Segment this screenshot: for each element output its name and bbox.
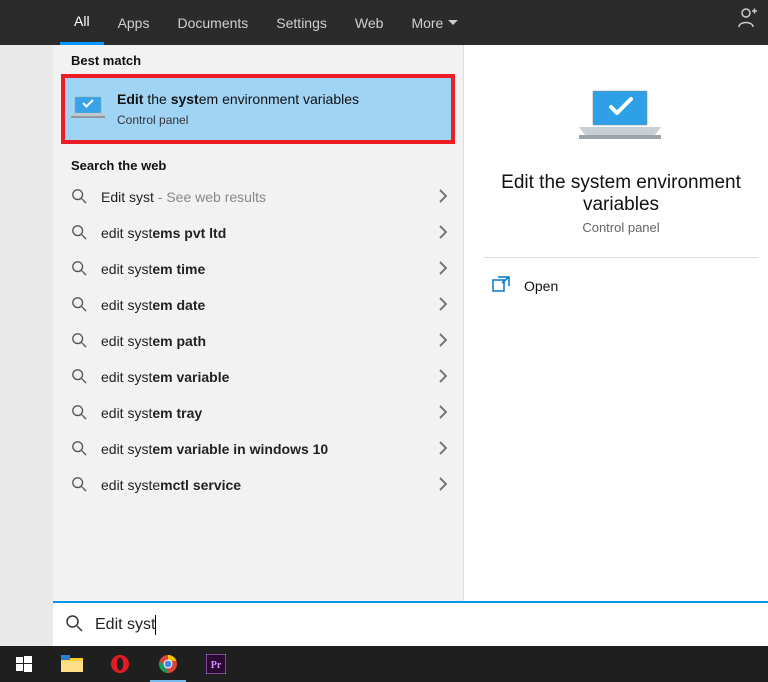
best-match-item[interactable]: Edit the system environment variables Co… bbox=[61, 74, 455, 144]
web-result[interactable]: edit system time bbox=[53, 251, 463, 287]
search-box[interactable]: Edit syst bbox=[53, 601, 768, 646]
svg-text:Pr: Pr bbox=[211, 660, 222, 671]
tab-all[interactable]: All bbox=[60, 0, 104, 45]
chevron-right-icon[interactable] bbox=[438, 405, 447, 422]
web-result[interactable]: edit systemctl service bbox=[53, 467, 463, 503]
chevron-right-icon[interactable] bbox=[438, 189, 447, 206]
search-icon bbox=[71, 260, 87, 279]
open-icon bbox=[492, 276, 510, 295]
best-match-header: Best match bbox=[53, 45, 463, 74]
tab-settings[interactable]: Settings bbox=[262, 0, 341, 45]
chevron-right-icon[interactable] bbox=[438, 225, 447, 242]
result-text: edit system path bbox=[101, 333, 438, 349]
results-panel: Best match Edit the system environment v… bbox=[53, 45, 463, 601]
web-result[interactable]: edit system variable in windows 10 bbox=[53, 431, 463, 467]
taskbar-file-explorer[interactable] bbox=[48, 646, 96, 682]
left-gutter bbox=[0, 45, 53, 646]
web-result[interactable]: Edit syst - See web results bbox=[53, 179, 463, 215]
taskbar-chrome[interactable] bbox=[144, 646, 192, 682]
web-result[interactable]: edit system variable bbox=[53, 359, 463, 395]
result-text: edit systems pvt ltd bbox=[101, 225, 438, 241]
bm-bold1: Edit bbox=[117, 91, 143, 107]
chevron-right-icon[interactable] bbox=[438, 369, 447, 386]
result-text: edit systemctl service bbox=[101, 477, 438, 493]
search-icon bbox=[71, 188, 87, 207]
detail-title: Edit the system environment variables bbox=[484, 172, 758, 216]
chevron-right-icon[interactable] bbox=[438, 297, 447, 314]
search-icon bbox=[71, 296, 87, 315]
detail-subtitle: Control panel bbox=[582, 220, 659, 235]
result-text: edit system tray bbox=[101, 405, 438, 421]
detail-panel: Edit the system environment variables Co… bbox=[463, 45, 768, 601]
divider bbox=[484, 257, 758, 258]
search-icon bbox=[71, 404, 87, 423]
search-input[interactable]: Edit syst bbox=[95, 615, 156, 635]
web-result[interactable]: edit system tray bbox=[53, 395, 463, 431]
search-input-value: Edit syst bbox=[95, 616, 155, 634]
best-match-subtitle: Control panel bbox=[117, 112, 359, 129]
best-match-text: Edit the system environment variables Co… bbox=[117, 90, 359, 128]
bm-mid: the bbox=[143, 91, 170, 107]
result-text: edit system variable in windows 10 bbox=[101, 441, 438, 457]
search-icon bbox=[65, 614, 83, 635]
monitor-settings-icon bbox=[71, 94, 107, 124]
chevron-right-icon[interactable] bbox=[438, 261, 447, 278]
open-label: Open bbox=[524, 278, 558, 294]
open-action[interactable]: Open bbox=[492, 276, 558, 295]
web-result[interactable]: edit system path bbox=[53, 323, 463, 359]
search-web-header: Search the web bbox=[53, 150, 463, 179]
tab-documents[interactable]: Documents bbox=[163, 0, 262, 45]
search-icon bbox=[71, 368, 87, 387]
profile-icon[interactable] bbox=[738, 7, 758, 32]
detail-icon bbox=[579, 85, 663, 152]
start-button[interactable] bbox=[0, 646, 48, 682]
result-text: Edit syst - See web results bbox=[101, 189, 438, 205]
web-result[interactable]: edit systems pvt ltd bbox=[53, 215, 463, 251]
tab-more-label: More bbox=[411, 15, 443, 31]
best-match-title: Edit the system environment variables bbox=[117, 90, 359, 110]
chevron-right-icon[interactable] bbox=[438, 477, 447, 494]
chevron-right-icon[interactable] bbox=[438, 333, 447, 350]
taskbar-opera[interactable] bbox=[96, 646, 144, 682]
search-icon bbox=[71, 476, 87, 495]
taskbar: Pr bbox=[0, 646, 768, 682]
search-results-body: Best match Edit the system environment v… bbox=[53, 45, 768, 601]
tab-apps[interactable]: Apps bbox=[104, 0, 164, 45]
web-result[interactable]: edit system date bbox=[53, 287, 463, 323]
chevron-down-icon bbox=[448, 20, 458, 26]
tab-web[interactable]: Web bbox=[341, 0, 398, 45]
search-icon bbox=[71, 332, 87, 351]
result-text: edit system time bbox=[101, 261, 438, 277]
search-icon bbox=[71, 224, 87, 243]
taskbar-premiere[interactable]: Pr bbox=[192, 646, 240, 682]
search-icon bbox=[71, 440, 87, 459]
search-filter-tabs: All Apps Documents Settings Web More bbox=[0, 0, 768, 45]
tab-more[interactable]: More bbox=[397, 0, 472, 45]
result-text: edit system date bbox=[101, 297, 438, 313]
chevron-right-icon[interactable] bbox=[438, 441, 447, 458]
bm-rest: em environment variables bbox=[199, 91, 359, 107]
web-results-list: Edit syst - See web results edit systems … bbox=[53, 179, 463, 601]
text-caret bbox=[155, 615, 156, 635]
result-text: edit system variable bbox=[101, 369, 438, 385]
bm-bold2: syst bbox=[171, 91, 199, 107]
